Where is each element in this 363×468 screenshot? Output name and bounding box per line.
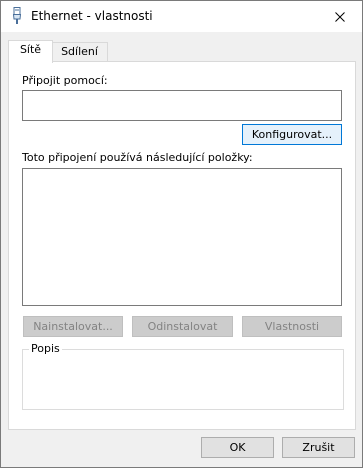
tab-sharing[interactable]: Sdílení: [52, 42, 108, 62]
uninstall-button-label: Odinstalovat: [147, 320, 218, 333]
title-bar[interactable]: Ethernet - vlastnosti: [1, 1, 362, 32]
description-title: Popis: [29, 342, 62, 355]
tab-panel: Připojit pomocí: Konfigurovat... Toto př…: [8, 61, 356, 430]
properties-button[interactable]: Vlastnosti: [242, 316, 342, 337]
description-group: Popis: [22, 342, 344, 410]
items-list-label: Toto připojení používá následující polož…: [22, 151, 253, 164]
ok-button[interactable]: OK: [201, 437, 274, 458]
configure-button[interactable]: Konfigurovat...: [242, 124, 342, 145]
network-adapter-icon: [12, 7, 22, 24]
install-button[interactable]: Nainstalovat...: [23, 316, 123, 337]
connect-using-label: Připojit pomocí:: [22, 74, 108, 87]
cancel-button-label: Zrušit: [302, 441, 335, 454]
ok-button-label: OK: [229, 441, 246, 454]
properties-button-label: Vlastnosti: [264, 320, 320, 333]
tab-networking[interactable]: Sítě: [8, 40, 53, 63]
close-icon: [334, 11, 345, 22]
tab-networking-label: Sítě: [19, 43, 42, 56]
properties-window: Ethernet - vlastnosti Sítě Sdílení Připo…: [0, 0, 363, 468]
adapter-field[interactable]: [22, 90, 342, 121]
close-button[interactable]: [317, 1, 362, 32]
tab-sharing-label: Sdílení: [61, 45, 98, 58]
window-title: Ethernet - vlastnosti: [31, 9, 153, 23]
configure-button-label: Konfigurovat...: [251, 128, 333, 141]
install-button-label: Nainstalovat...: [33, 320, 113, 333]
cancel-button[interactable]: Zrušit: [282, 437, 355, 458]
items-list[interactable]: [22, 168, 342, 306]
uninstall-button[interactable]: Odinstalovat: [132, 316, 233, 337]
